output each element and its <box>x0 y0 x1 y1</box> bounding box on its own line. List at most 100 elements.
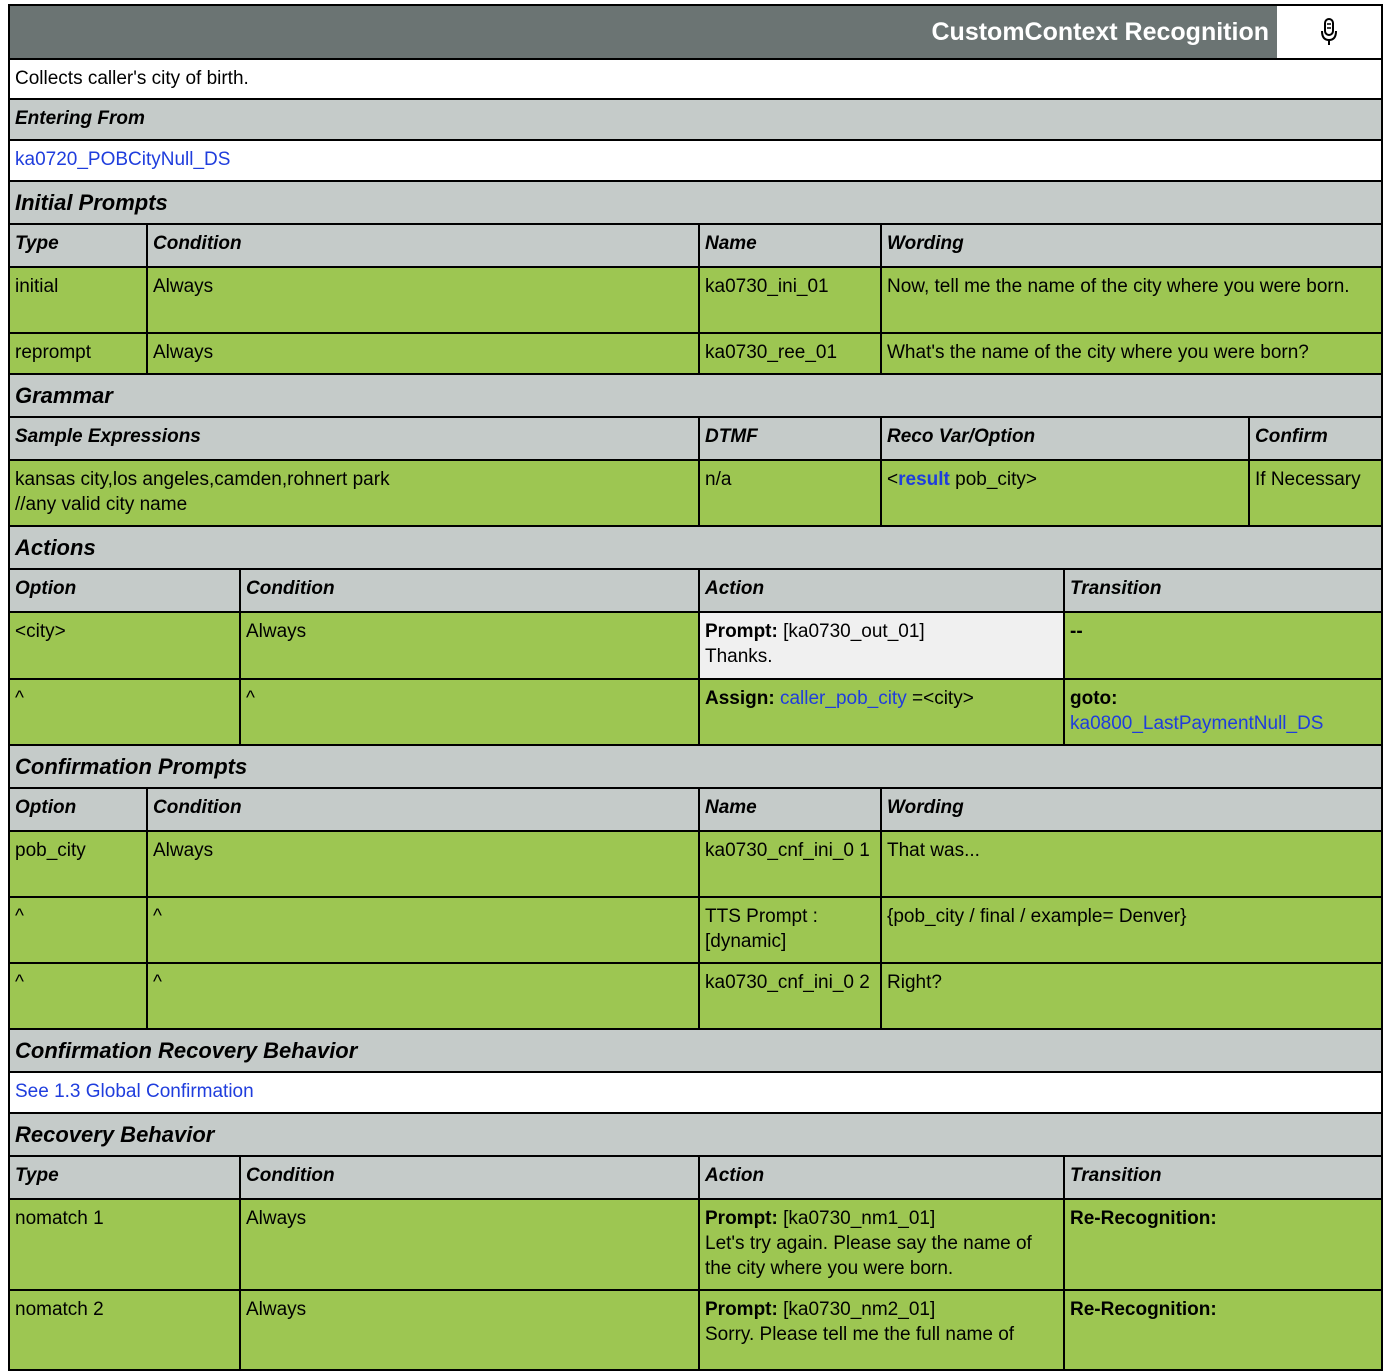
col-name: Name <box>698 225 880 266</box>
prompt-condition: Always <box>146 334 698 373</box>
table-row: <city> Always Prompt: [ka0730_out_01] Th… <box>8 613 1383 680</box>
confirmation-recovery-label: Confirmation Recovery Behavior <box>15 1038 358 1063</box>
entering-from-link[interactable]: ka0720_POBCityNull_DS <box>15 149 230 170</box>
entering-from-heading: Entering From <box>8 100 1383 141</box>
prompt-label: Prompt: <box>705 621 778 642</box>
initial-prompts-header-row: Type Condition Name Wording <box>8 225 1383 268</box>
col-condition: Condition <box>239 570 698 611</box>
col-confirm: Confirm <box>1248 418 1381 459</box>
recovery-label: Recovery Behavior <box>15 1122 215 1147</box>
table-row: reprompt Always ka0730_ree_01 What's the… <box>8 334 1383 375</box>
confirm-condition: ^ <box>146 964 698 1028</box>
prompt-condition: Always <box>146 268 698 332</box>
assign-value: =<city> <box>906 688 974 709</box>
confirm-condition: Always <box>146 832 698 896</box>
recovery-transition: Re-Recognition: <box>1063 1200 1381 1289</box>
recovery-action: Prompt: [ka0730_nm1_01] Let's try again.… <box>698 1200 1063 1289</box>
confirm-wording: That was... <box>880 832 1381 896</box>
prompt-type: reprompt <box>15 342 92 363</box>
confirm-name: TTS Prompt : [dynamic] <box>698 898 880 962</box>
recovery-condition: Always <box>239 1200 698 1289</box>
prompt-name: ka0730_ree_01 <box>698 334 880 373</box>
col-dtmf: DTMF <box>698 418 880 459</box>
col-reco-var: Reco Var/Option <box>880 418 1248 459</box>
action-option: ^ <box>15 688 24 709</box>
table-row: initial Always ka0730_ini_01 Now, tell m… <box>8 268 1383 334</box>
prompt-wording: Thanks. <box>705 646 773 667</box>
col-condition: Condition <box>239 1157 698 1198</box>
col-transition: Transition <box>1063 1157 1381 1198</box>
actions-header-row: Option Condition Action Transition <box>8 570 1383 613</box>
col-sample-expressions: Sample Expressions <box>15 426 201 447</box>
recovery-transition: Re-Recognition: <box>1063 1291 1381 1369</box>
table-row: ^ ^ Assign: caller_pob_city =<city> goto… <box>8 680 1383 746</box>
col-condition: Condition <box>146 225 698 266</box>
recovery-header-row: Type Condition Action Transition <box>8 1157 1383 1200</box>
state-header: CustomContext Recognition <box>8 4 1383 60</box>
recovery-type: nomatch 2 <box>15 1299 104 1320</box>
confirm-option: pob_city <box>15 840 86 861</box>
reco-var-name: pob_city> <box>949 469 1038 490</box>
action-transition: goto: ka0800_LastPaymentNull_DS <box>1063 680 1381 744</box>
recovery-type: nomatch 1 <box>15 1208 104 1229</box>
confirm-condition: ^ <box>146 898 698 962</box>
col-action: Action <box>698 1157 1063 1198</box>
recovery-action: Prompt: [ka0730_nm2_01] Sorry. Please te… <box>698 1291 1063 1369</box>
confirmation-prompts-label: Confirmation Prompts <box>15 754 248 779</box>
global-confirmation-link[interactable]: See 1.3 Global Confirmation <box>15 1081 254 1102</box>
initial-prompts-heading: Initial Prompts <box>8 182 1383 225</box>
description-row: Collects caller's city of birth. <box>8 60 1383 100</box>
description-text: Collects caller's city of birth. <box>15 68 249 89</box>
goto-target-link[interactable]: ka0800_LastPaymentNull_DS <box>1070 711 1376 736</box>
table-row: ^ ^ ka0730_cnf_ini_0 2 Right? <box>8 964 1383 1030</box>
confirm-name: ka0730_cnf_ini_0 2 <box>698 964 880 1028</box>
col-wording: Wording <box>880 789 1381 830</box>
sample-expression-comment: //any valid city name <box>15 494 188 515</box>
col-transition: Transition <box>1063 570 1381 611</box>
action-condition: ^ <box>239 680 698 744</box>
table-row: nomatch 2 Always Prompt: [ka0730_nm2_01]… <box>8 1291 1383 1371</box>
col-wording: Wording <box>880 225 1381 266</box>
prompt-id: [ka0730_nm2_01] <box>777 1299 936 1320</box>
initial-prompts-label: Initial Prompts <box>15 190 168 215</box>
col-action: Action <box>698 570 1063 611</box>
confirm-wording: Right? <box>880 964 1381 1028</box>
action-assign: Assign: caller_pob_city =<city> <box>698 680 1063 744</box>
col-option: Option <box>15 578 77 599</box>
grammar-header-row: Sample Expressions DTMF Reco Var/Option … <box>8 418 1383 461</box>
mic-box <box>1277 6 1381 58</box>
action-option: <city> <box>15 621 66 642</box>
state-type-title: CustomContext Recognition <box>931 18 1270 46</box>
reco-var-open: < <box>887 469 899 490</box>
prompt-wording: Now, tell me the name of the city where … <box>880 268 1381 332</box>
prompt-wording: Let's try again. Please say the name of … <box>705 1233 1032 1279</box>
grammar-label: Grammar <box>15 383 113 408</box>
prompt-label: Prompt: <box>705 1299 778 1320</box>
action-condition: Always <box>239 613 698 678</box>
reco-var: <result pob_city> <box>880 461 1248 525</box>
prompt-type: initial <box>15 276 59 297</box>
recovery-condition: Always <box>239 1291 698 1369</box>
reco-var-keyword[interactable]: result <box>898 469 950 490</box>
col-condition: Condition <box>146 789 698 830</box>
microphone-icon <box>1321 18 1337 45</box>
confirm-option: ^ <box>15 906 24 927</box>
table-row: ^ ^ TTS Prompt : [dynamic] {pob_city / f… <box>8 898 1383 964</box>
assign-variable-link[interactable]: caller_pob_city <box>780 688 907 709</box>
grammar-heading: Grammar <box>8 375 1383 418</box>
col-type: Type <box>15 1165 59 1186</box>
grammar-row: kansas city,los angeles,camden,rohnert p… <box>8 461 1383 527</box>
confirm-wording: {pob_city / final / example= Denver} <box>880 898 1381 962</box>
prompt-wording: What's the name of the city where you we… <box>880 334 1381 373</box>
actions-heading: Actions <box>8 527 1383 570</box>
entering-from-label: Entering From <box>15 108 145 129</box>
prompt-id: [ka0730_out_01] <box>777 621 925 642</box>
table-row: nomatch 1 Always Prompt: [ka0730_nm1_01]… <box>8 1200 1383 1291</box>
confirm-option: ^ <box>15 972 24 993</box>
table-row: pob_city Always ka0730_cnf_ini_0 1 That … <box>8 832 1383 898</box>
confirm-name: ka0730_cnf_ini_0 1 <box>698 832 880 896</box>
prompt-wording: Sorry. Please tell me the full name of <box>705 1324 1015 1345</box>
sample-expressions: kansas city,los angeles,camden,rohnert p… <box>10 461 698 525</box>
prompt-name: ka0730_ini_01 <box>698 268 880 332</box>
actions-label: Actions <box>15 535 96 560</box>
